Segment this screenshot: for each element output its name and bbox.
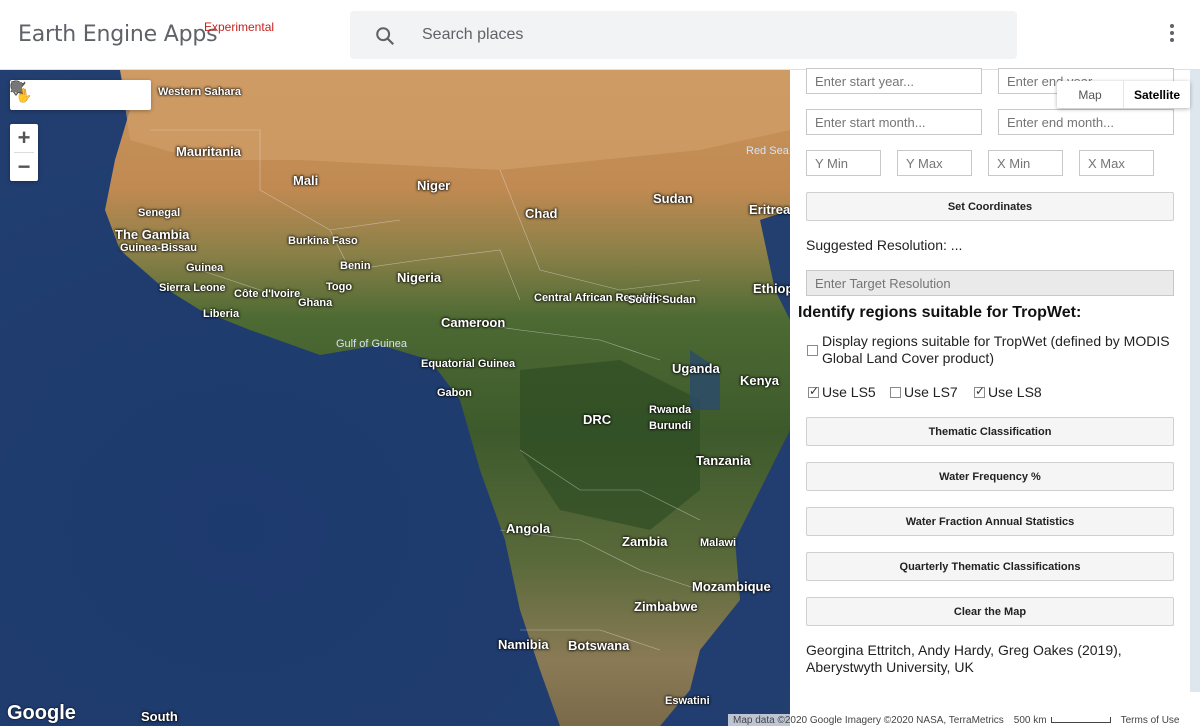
map-type-map-button[interactable]: Map [1057,81,1124,108]
target-resolution-input[interactable]: Enter Target Resolution [806,270,1174,296]
map-place-label: Mozambique [692,579,771,594]
map-place-label: Burundi [649,420,692,432]
set-coordinates-button[interactable]: Set Coordinates [806,192,1174,221]
map-place-label: Chad [525,206,558,221]
quarterly-classifications-button[interactable]: Quarterly Thematic Classifications [806,552,1174,581]
search-input[interactable]: Search places [422,26,523,44]
suggested-resolution-text: Suggested Resolution: ... [806,237,963,253]
use-ls8-option[interactable]: Use LS8 [974,384,1042,400]
end-month-input[interactable]: Enter end month... [998,109,1174,135]
more-vert-icon[interactable] [1160,24,1184,48]
map-place-label: The Gambia [115,227,190,242]
map-attribution[interactable]: Map data ©2020 Google Imagery ©2020 NASA… [728,715,1009,726]
display-regions-label: Display regions suitable for TropWet (de… [822,333,1170,366]
map-place-label: Benin [340,260,371,272]
credits-text: Georgina Ettritch, Andy Hardy, Greg Oake… [806,642,1122,675]
map-place-label: Botswana [568,638,630,653]
map-place-label: Guinea-Bissau [120,242,198,254]
zoom-controls: + − [10,124,38,181]
thematic-classification-button[interactable]: Thematic Classification [806,417,1174,446]
satellite-imagery [0,70,790,726]
google-logo: Google [7,702,76,724]
xmax-input[interactable]: X Max [1079,150,1154,176]
map-place-label: Gabon [437,387,472,399]
map-place-label: Angola [506,521,551,536]
map-place-label: Mauritania [176,144,242,159]
start-month-input[interactable]: Enter start month... [806,109,982,135]
section-title: Identify regions suitable for TropWet: [798,304,1082,321]
use-ls8-label: Use LS8 [988,384,1042,400]
map-place-label: Cameroon [441,315,506,330]
marker-icon[interactable] [10,80,66,110]
app-header: Earth Engine Apps Experimental Search pl… [0,0,1200,70]
start-year-input[interactable]: Enter start year... [806,68,982,94]
map-place-label: Côte d'Ivoire [234,288,301,300]
map-place-label: Red Sea [746,145,789,157]
drawing-toolbar: ✋ [10,80,151,110]
map-place-label: Uganda [672,361,720,376]
use-ls5-label: Use LS5 [822,384,876,400]
map-place-label: South [141,709,178,724]
experimental-badge: Experimental [204,20,275,34]
map-place-label: Eritrea [749,202,790,217]
xmin-input[interactable]: X Min [988,150,1063,176]
control-panel: Enter start year... Enter end year... En… [790,68,1190,692]
map-place-label: DRC [583,412,612,427]
use-ls5-option[interactable]: Use LS5 [808,384,876,400]
use-ls8-checkbox[interactable] [974,384,985,398]
map-place-label: Zimbabwe [634,599,698,614]
map-place-label: Liberia [203,308,240,320]
ymax-input[interactable]: Y Max [897,150,972,176]
water-fraction-stats-button[interactable]: Water Fraction Annual Statistics [806,507,1174,536]
map-place-label: Gulf of Guinea [336,338,407,350]
use-ls5-checkbox[interactable] [808,384,819,398]
map-place-label: Ethiop [753,281,790,296]
app-logo[interactable]: Earth Engine Apps [18,22,218,47]
use-ls7-option[interactable]: Use LS7 [890,384,958,400]
polygon-icon[interactable] [11,80,122,110]
map-place-label: Tanzania [696,453,751,468]
search-bar[interactable]: Search places [350,11,1017,59]
map-place-label: Senegal [138,207,181,219]
use-ls7-checkbox[interactable] [890,386,901,398]
map-place-label: Malawi [700,537,737,549]
terms-link[interactable]: Terms of Use [1116,715,1185,726]
map-place-label: Namibia [498,637,549,652]
display-regions-checkbox[interactable] [807,345,818,356]
map-place-label: Burkina Faso [288,235,358,247]
map-canvas[interactable]: Western Sahara Mauritania Mali Niger Chad Sud… [0,70,790,726]
scale-indicator[interactable]: 500 km [1009,715,1116,726]
map-place-label: Ghana [298,297,333,309]
water-frequency-button[interactable]: Water Frequency % [806,462,1174,491]
map-place-label: Niger [417,178,451,193]
map-place-label: Zambia [622,534,668,549]
zoom-out-button[interactable]: − [10,153,38,181]
polyline-icon[interactable] [10,80,94,110]
clear-map-button[interactable]: Clear the Map [806,597,1174,626]
map-place-label: Equatorial Guinea [421,358,516,370]
map-place-label: Western Sahara [158,86,241,98]
map-place-label: Mali [293,173,319,188]
map-place-label: Togo [326,281,353,293]
map-place-label: South Sudan [628,294,696,306]
search-icon[interactable] [374,25,396,47]
map-place-label: Guinea [186,262,224,274]
map-place-label: Eswatini [665,695,710,707]
map-place-label: Sierra Leone [159,282,226,294]
use-ls7-label: Use LS7 [904,384,958,400]
rectangle-icon[interactable] [12,80,150,110]
map-place-label: Kenya [740,373,780,388]
panel-scroll-edge [1190,70,1200,692]
map-place-label: Rwanda [649,404,692,416]
ymin-input[interactable]: Y Min [806,150,881,176]
zoom-in-button[interactable]: + [10,124,38,152]
map-place-label: Sudan [653,191,693,206]
map-type-satellite-button[interactable]: Satellite [1124,81,1190,108]
map-place-label: Nigeria [397,270,442,285]
map-type-control: Map Satellite [1057,81,1190,108]
map-attribution-bar: Map data ©2020 Google Imagery ©2020 NASA… [728,714,1185,726]
